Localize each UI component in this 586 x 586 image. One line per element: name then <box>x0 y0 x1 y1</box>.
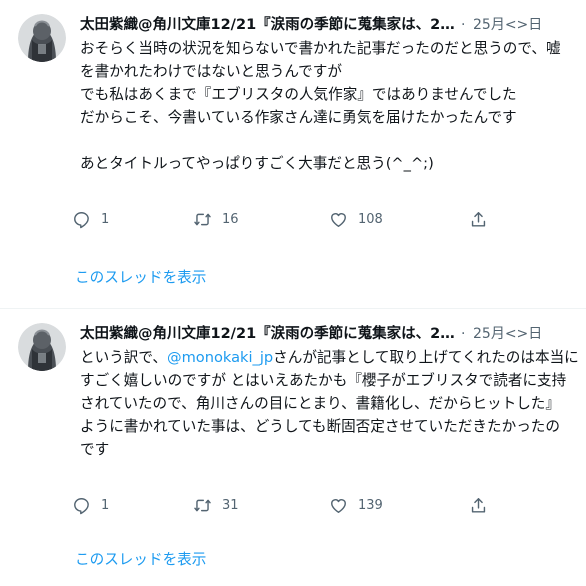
timestamp[interactable]: 25月<>日 <box>473 323 542 345</box>
reply-button[interactable]: 1 <box>72 207 109 231</box>
tweet-text-segment: という訳で、 <box>80 349 167 366</box>
tweet-line: です <box>80 441 110 458</box>
avatar-image <box>18 14 66 62</box>
tweet-line: あとタイトルってやっぱりすごく大事だと思う(^_^;) <box>80 155 434 172</box>
share-icon <box>471 497 486 513</box>
avatar[interactable] <box>18 323 66 371</box>
tweet-line: でも私はあくまで『エブリスタの人気作家』ではありませんでした <box>80 86 517 103</box>
tweet-text: という訳で、@monokaki_jpさんが記事として取り上げてくれたのは本当に … <box>80 346 580 461</box>
like-icon <box>331 212 346 227</box>
share-icon <box>471 211 486 227</box>
tweet-line: ように書かれていた事は、どうしても断固否定させていただきたかったの <box>80 418 560 435</box>
reply-icon <box>74 497 89 514</box>
tweet-actions: 1 16 108 <box>72 207 522 231</box>
reply-count: 1 <box>101 497 110 513</box>
retweet-icon <box>194 213 211 225</box>
separator-dot: · <box>461 17 466 33</box>
show-thread-link[interactable]: このスレッドを表示 <box>75 266 206 287</box>
tweet-line: すごく嬉しいのですが とはいえあたかも『櫻子がエブリスタで読者に支持 <box>80 372 567 389</box>
tweet-divider <box>0 308 586 309</box>
tweet-line: を書かれたわけではないと思うんですが <box>80 63 342 80</box>
tweet-line: という訳で、@monokaki_jpさんが記事として取り上げてくれたのは本当に <box>80 346 580 369</box>
author-name[interactable]: 太田紫織@角川文庫12/21『涙雨の季節に蒐集家は、2… <box>80 323 456 345</box>
tweet-2[interactable]: 太田紫織@角川文庫12/21『涙雨の季節に蒐集家は、2… · 25月<>日 とい… <box>0 323 586 586</box>
separator-dot: · <box>461 326 466 342</box>
retweet-button[interactable]: 31 <box>193 493 239 517</box>
timestamp[interactable]: 25月<>日 <box>473 14 542 36</box>
tweet-actions: 1 31 139 <box>72 493 522 517</box>
tweet-line: おそらく当時の状況を知らないで書かれた記事だったのだと思うので、嘘 <box>80 40 561 57</box>
retweet-count: 16 <box>222 211 239 227</box>
tweet-text-segment: さんが記事として取り上げてくれたのは本当に <box>273 349 579 366</box>
tweet-line: だからこそ、今書いている作家さん達に勇気を届けたかったんです <box>80 109 517 126</box>
retweet-icon <box>194 499 211 511</box>
retweet-button[interactable]: 16 <box>193 207 239 231</box>
reply-button[interactable]: 1 <box>72 493 109 517</box>
like-icon <box>331 498 346 513</box>
avatar-image <box>18 323 66 371</box>
like-count: 108 <box>358 211 383 227</box>
tweet-1[interactable]: 太田紫織@角川文庫12/21『涙雨の季節に蒐集家は、2… · 25月<>日 おそ… <box>0 14 586 294</box>
reply-count: 1 <box>101 211 110 227</box>
like-button[interactable]: 139 <box>329 493 383 517</box>
avatar[interactable] <box>18 14 66 62</box>
like-count: 139 <box>358 497 383 513</box>
share-button[interactable] <box>469 493 488 517</box>
mention-link[interactable]: @monokaki_jp <box>167 349 273 366</box>
retweet-count: 31 <box>222 497 239 513</box>
tweet-text: おそらく当時の状況を知らないで書かれた記事だったのだと思うので、嘘 を書かれたわ… <box>80 37 580 175</box>
like-button[interactable]: 108 <box>329 207 383 231</box>
share-button[interactable] <box>469 207 488 231</box>
tweet-line: されていたので、角川さんの目にとまり、書籍化し、だからヒットした』 <box>80 395 560 412</box>
show-thread-link[interactable]: このスレッドを表示 <box>75 548 206 569</box>
reply-icon <box>74 211 89 228</box>
tweet-header: 太田紫織@角川文庫12/21『涙雨の季節に蒐集家は、2… · 25月<>日 <box>80 14 580 38</box>
tweet-header: 太田紫織@角川文庫12/21『涙雨の季節に蒐集家は、2… · 25月<>日 <box>80 323 580 347</box>
author-name[interactable]: 太田紫織@角川文庫12/21『涙雨の季節に蒐集家は、2… <box>80 14 456 36</box>
